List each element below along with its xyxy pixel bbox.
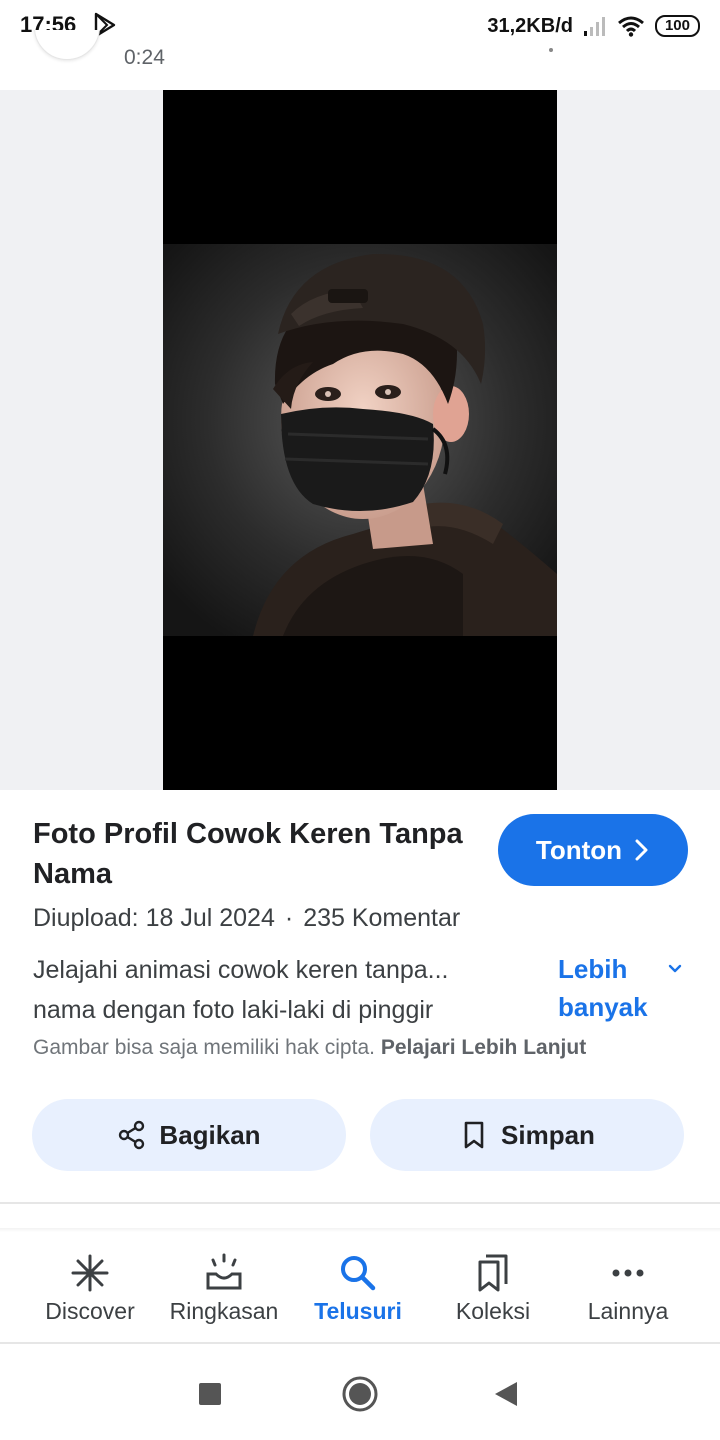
video-duration: 0:24 [124,46,165,69]
recents-icon[interactable] [180,1364,240,1424]
nav-label: Koleksi [455,1298,531,1324]
nav-label: Discover [45,1298,135,1324]
upload-date: Diupload: 18 Jul 2024 [33,904,275,932]
more-dots-icon [612,1269,644,1277]
nav-label: Ringkasan [169,1298,279,1324]
channel-avatar [34,30,100,60]
sunrise-tray-icon [206,1253,242,1290]
previous-result-row[interactable]: 0:24 [0,30,720,90]
result-meta: Diupload: 18 Jul 2024 · 235 Komentar [33,904,460,933]
video-preview[interactable] [163,90,557,790]
watch-button-label: Tonton [535,834,623,865]
dot-icon [549,48,553,52]
meta-separator: · [284,904,294,932]
home-icon[interactable] [330,1364,390,1424]
save-button[interactable]: Simpan [370,1099,684,1171]
nav-lainnya[interactable]: Lainnya [556,1232,700,1344]
nav-label: Lainnya [587,1298,669,1324]
preview-area [0,90,720,790]
divider [0,1202,720,1204]
share-icon [119,1120,145,1150]
share-button[interactable]: Bagikan [32,1099,346,1171]
learn-more-link[interactable]: Pelajari Lebih Lanjut [381,1036,586,1059]
result-title[interactable]: Foto Profil Cowok Keren Tanpa Nama [33,814,473,894]
watch-button[interactable]: Tonton [498,814,688,886]
bookmarks-icon [478,1254,508,1292]
back-icon[interactable] [476,1364,536,1424]
chevron-down-icon[interactable] [666,960,684,978]
nav-discover[interactable]: Discover [18,1232,162,1344]
bookmark-icon [464,1121,484,1149]
description-line: Jelajahi animasi cowok keren tanpa... [33,956,449,984]
nav-ringkasan[interactable]: Ringkasan [152,1232,296,1344]
preview-image [163,244,557,636]
copyright-notice: Gambar bisa saja memiliki hak cipta. Pel… [33,1036,586,1060]
bottom-nav: Discover Ringkasan Telusuri Koleksi Lain… [0,1232,720,1344]
more-link[interactable]: Lebih banyak [558,950,668,1026]
copyright-text: Gambar bisa saja memiliki hak cipta. [33,1036,375,1059]
description-line: nama dengan foto laki-laki di pinggir [33,996,434,1024]
nav-label: Telusuri [314,1298,402,1324]
nav-telusuri[interactable]: Telusuri [286,1232,430,1344]
asterisk-icon [71,1254,109,1292]
share-label: Bagikan [159,1119,261,1150]
system-nav-bar [0,1346,720,1440]
chevron-right-icon [635,839,648,861]
result-description: Jelajahi animasi cowok keren tanpa... na… [33,950,513,1030]
nav-koleksi[interactable]: Koleksi [421,1232,565,1344]
comment-count: 235 Komentar [303,904,461,932]
save-label: Simpan [501,1119,595,1150]
search-icon [341,1256,376,1291]
